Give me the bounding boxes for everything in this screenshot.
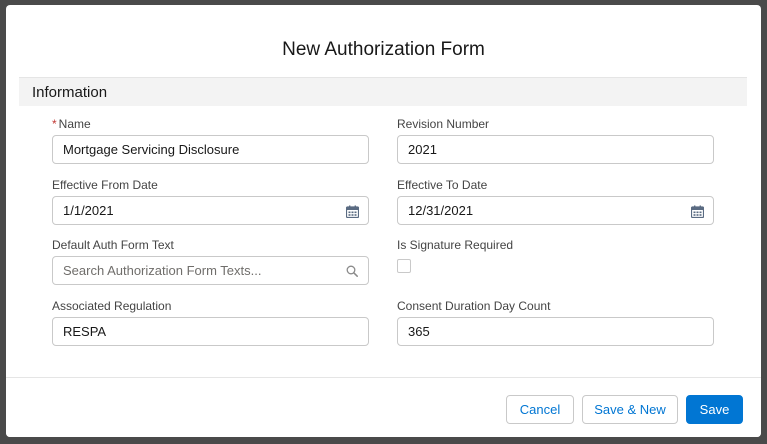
search-icon [345,264,359,278]
section-title: Information [32,83,108,101]
effective-to-date-input-wrap [397,196,714,225]
calendar-icon[interactable] [345,204,359,218]
default-auth-form-text-label: Default Auth Form Text [52,238,174,252]
is-signature-required-checkbox[interactable] [397,259,411,273]
name-input[interactable] [53,136,368,163]
associated-regulation-input[interactable] [53,318,368,345]
effective-to-date-field: Effective To Date [397,177,714,225]
modal-title: New Authorization Form [282,39,485,60]
name-label: * Name [52,116,369,132]
associated-regulation-input-wrap [52,317,369,346]
calendar-icon[interactable] [690,204,704,218]
effective-from-date-input[interactable] [53,197,368,224]
is-signature-required-field: Is Signature Required [397,237,714,273]
modal-header: New Authorization Form [6,5,761,77]
name-label-text: Name [58,117,91,131]
save-button[interactable]: Save [686,395,743,424]
consent-duration-day-count-input-wrap [397,317,714,346]
new-authorization-form-modal: New Authorization Form Information * Nam… [6,5,761,437]
revision-number-label: Revision Number [397,117,490,131]
associated-regulation-field: Associated Regulation [52,298,369,346]
cancel-button[interactable]: Cancel [506,395,574,424]
effective-from-date-input-wrap [52,196,369,225]
consent-duration-day-count-label: Consent Duration Day Count [397,299,551,313]
default-auth-form-text-field: Default Auth Form Text [52,237,369,285]
modal-footer: Cancel Save & New Save [6,377,761,437]
default-auth-form-text-input-wrap [52,256,369,285]
effective-from-date-field: Effective From Date [52,177,369,225]
is-signature-required-label: Is Signature Required [397,238,514,252]
associated-regulation-label: Associated Regulation [52,299,172,313]
section-header-information[interactable]: Information [19,77,747,106]
revision-number-input[interactable] [398,136,713,163]
consent-duration-day-count-input[interactable] [398,318,713,345]
required-indicator: * [52,117,57,131]
revision-number-field: Revision Number [397,116,714,164]
effective-to-date-input[interactable] [398,197,713,224]
default-auth-form-text-input[interactable] [53,257,368,284]
consent-duration-day-count-field: Consent Duration Day Count [397,298,714,346]
effective-to-date-label: Effective To Date [397,178,488,192]
revision-number-input-wrap [397,135,714,164]
name-field: * Name [52,116,369,164]
name-input-wrap [52,135,369,164]
save-and-new-button[interactable]: Save & New [582,395,678,424]
effective-from-date-label: Effective From Date [52,178,158,192]
